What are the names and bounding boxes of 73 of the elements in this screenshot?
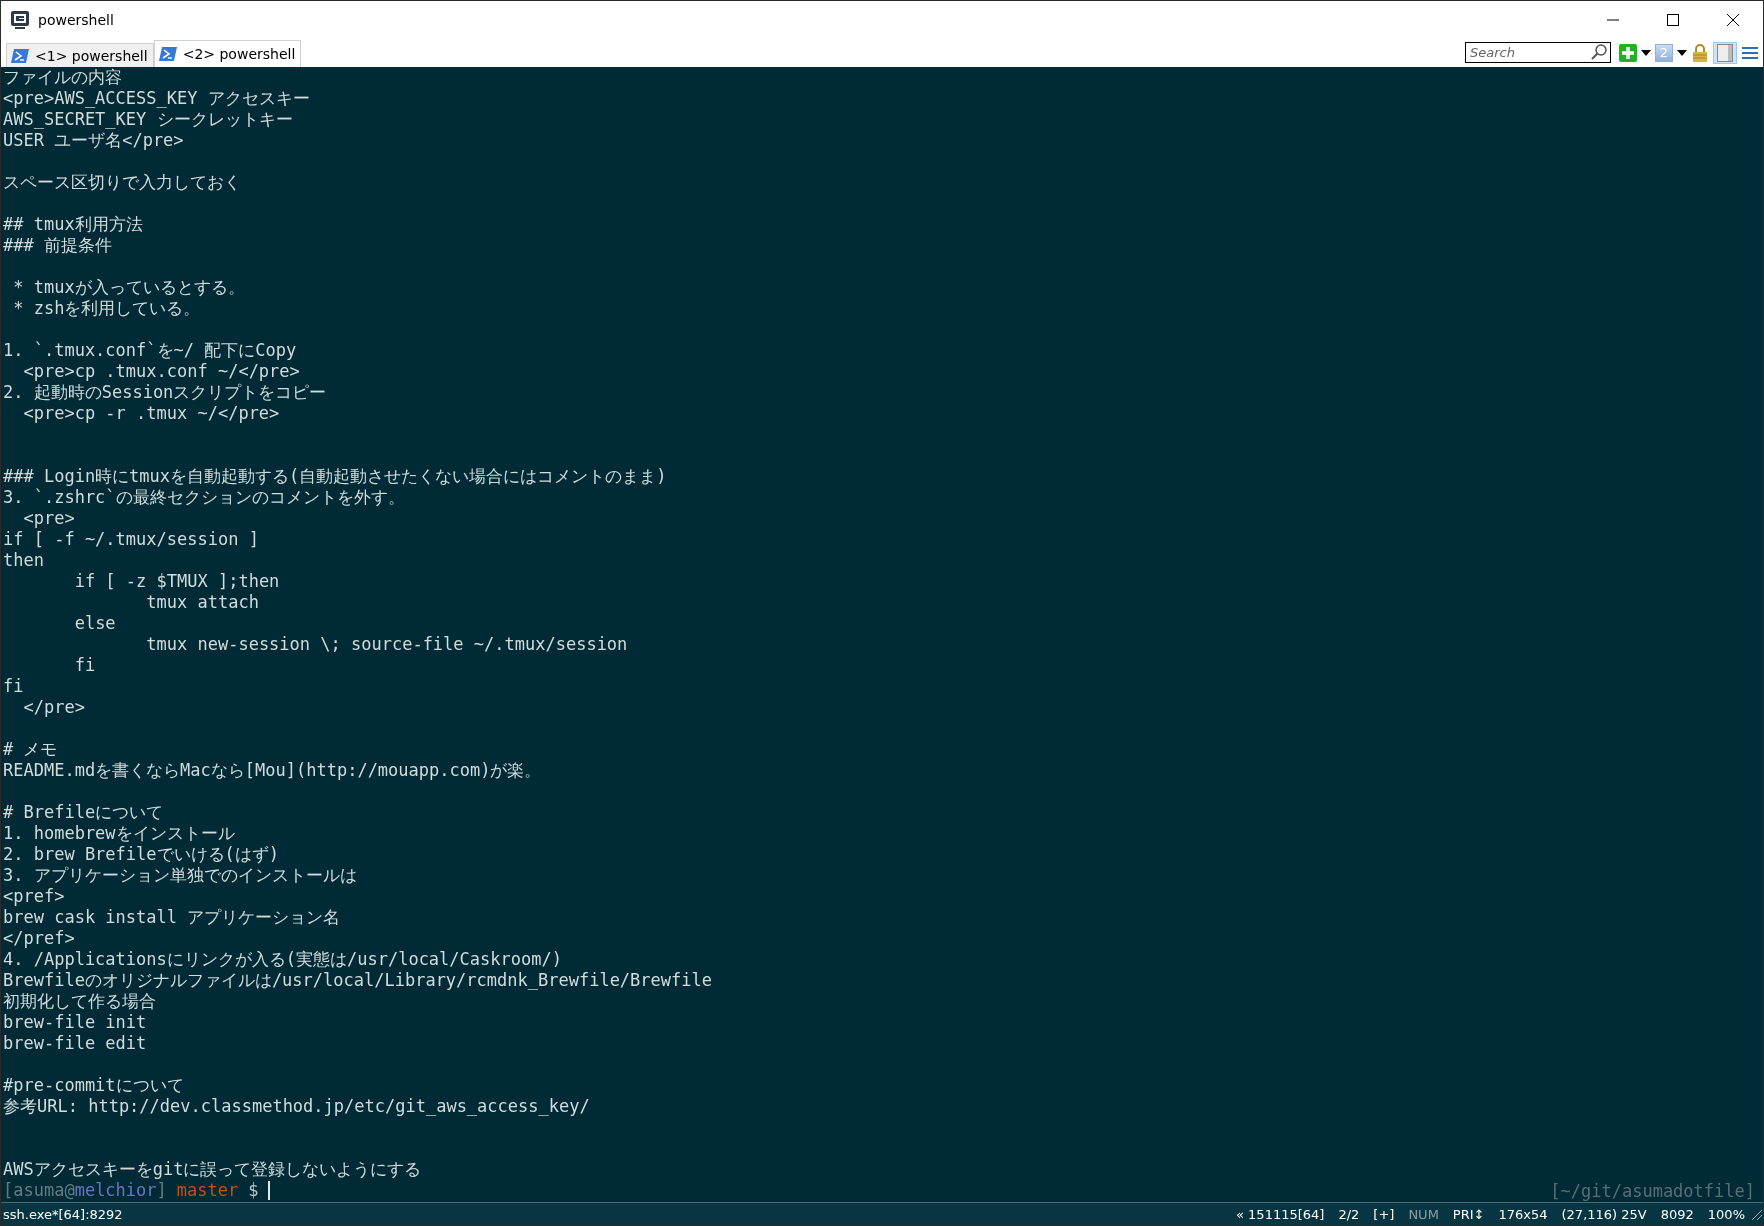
terminal-line: README.mdを書くならMacなら[Mou](http://mouapp.com)が楽。 [3, 760, 543, 781]
terminal-line: * tmuxが入っているとする。 [12, 277, 246, 298]
terminal-line: 3. アプリケーション単独でのインストールは [3, 865, 358, 886]
status-item: PRI↕ [1452, 1206, 1485, 1222]
status-item: 2/2 [1338, 1206, 1360, 1222]
terminal-line: <pre> [22, 508, 76, 529]
terminal-line: fi [3, 676, 25, 697]
prompt-text: $ [248, 1180, 259, 1201]
process-info: ssh.exe*[64]:8292 [3, 1206, 123, 1222]
terminal-line: 2. 起動時のSessionスクリプトをコピー [3, 382, 328, 403]
terminal-line: AWS_SECRET_KEY シークレットキー [3, 109, 294, 130]
terminal-line: brew-file init [3, 1012, 148, 1033]
maximize-icon[interactable] [1667, 13, 1679, 26]
status-item: 176x54 [1498, 1206, 1548, 1222]
dropdown-arrow-icon[interactable] [1677, 49, 1687, 56]
terminal-line: fi [73, 655, 97, 676]
terminal-line: スペース区切りで入力しておく [3, 172, 242, 193]
terminal-line: <pre>AWS_ACCESS_KEY アクセスキー [3, 88, 311, 109]
status-item: « 151115[64] [1236, 1206, 1325, 1222]
terminal-line: 初期化して作る場合 [3, 991, 157, 1012]
prompt-text: master [176, 1180, 239, 1201]
terminal-line: USER ユーザ名</pre> [3, 130, 185, 151]
terminal-app-icon [10, 9, 30, 30]
terminal-line: if [ -f ~/.tmux/session ] [3, 529, 260, 550]
status-item: (27,116) 25V [1561, 1206, 1647, 1222]
close-icon[interactable] [1727, 13, 1739, 26]
prompt-text: ] [156, 1180, 167, 1201]
dropdown-arrow-icon[interactable] [1641, 49, 1651, 56]
status-item: NUM [1408, 1206, 1439, 1222]
terminal-line: 1. homebrewをインストール [3, 823, 236, 844]
terminal-line: <pre>cp .tmux.conf ~/</pre> [22, 361, 301, 382]
prompt-icon [11, 48, 29, 63]
terminal-line: Brewfileのオリジナルファイルは/usr/local/Library/rcmdnk_Brewfile/Brewfile [3, 970, 713, 991]
terminal-line: tmux new-session \; source-file ~/.tmux/session [145, 634, 629, 655]
console-tab[interactable]: <1> powershell [6, 43, 154, 67]
terminal-line: # メモ [3, 739, 59, 760]
status-item: 8092 [1660, 1206, 1694, 1222]
terminal-line: 1. `.tmux.conf`を~/ 配下にCopy [3, 340, 298, 361]
status-item: 100% [1707, 1206, 1745, 1222]
terminal-line: </pref> [3, 928, 76, 949]
terminal-line: if [ -z $TMUX ];then [73, 571, 281, 592]
search-icon [1590, 43, 1608, 61]
terminal-line: tmux attach [145, 592, 260, 613]
window-title: powershell [38, 11, 115, 28]
terminal-line: else [73, 613, 117, 634]
console-tab[interactable]: <2> powershell [153, 40, 302, 67]
terminal-line: <pre>cp -r .tmux ~/</pre> [22, 403, 281, 424]
terminal-line: brew-file edit [3, 1033, 148, 1054]
terminal-line: * zshを利用している。 [12, 298, 202, 319]
terminal-line: AWSアクセスキーをgitに誤って登録しないようにする [3, 1159, 423, 1180]
terminal-line: 2. brew Brefileでいける(はず) [3, 844, 280, 865]
terminal-line: ### 前提条件 [3, 235, 113, 256]
resize-grip-icon[interactable] [1749, 1207, 1763, 1221]
terminal-line: then [3, 550, 45, 571]
status-item: [+] [1373, 1206, 1395, 1222]
prompt-text: melchior [74, 1180, 157, 1201]
terminal-line: 4. /Applicationsにリンクが入る(実態は/usr/local/Caskroom/) [3, 949, 563, 970]
search-field[interactable]: Search [1465, 42, 1611, 63]
terminal-line: </pre> [22, 697, 86, 718]
prompt-text: [asuma@ [3, 1180, 75, 1201]
prompt-icon [158, 47, 177, 61]
terminal-line: ## tmux利用方法 [3, 214, 144, 235]
terminal-line: ファイルの内容 [3, 67, 123, 88]
terminal-line: 3. `.zshrc`の最終セクションのコメントを外す。 [3, 487, 406, 508]
text-cursor [268, 1181, 271, 1200]
split-view-button[interactable] [1713, 41, 1737, 64]
current-directory: [~/git/asumadotfile] [1550, 1181, 1755, 1202]
terminal-line: brew cask install アプリケーション名 [3, 907, 342, 928]
terminal-line: # Brefileについて [3, 802, 165, 823]
terminal-line: #pre-commitについて [3, 1075, 185, 1096]
terminal-line: 参考URL: http://dev.classmethod.jp/etc/git_aws_access_key/ [3, 1096, 591, 1117]
terminal-line: <pref> [3, 886, 66, 907]
terminal-line: ### Login時にtmuxを自動起動する(自動起動させたくない場合にはコメントのまま) [3, 466, 668, 487]
